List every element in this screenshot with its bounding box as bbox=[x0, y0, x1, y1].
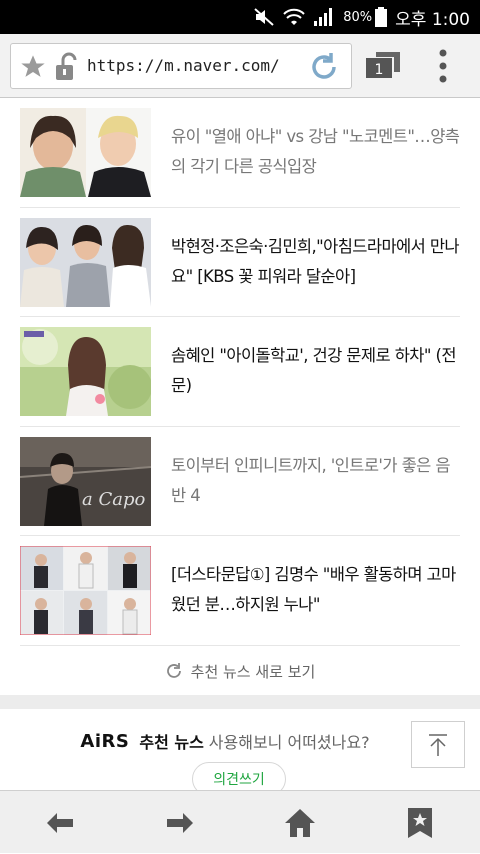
wifi-icon bbox=[283, 7, 305, 27]
write-opinion-button[interactable]: 의견쓰기 bbox=[192, 762, 286, 790]
overflow-menu-icon[interactable] bbox=[438, 48, 448, 88]
battery-icon bbox=[375, 7, 388, 27]
arrow-up-icon bbox=[429, 733, 447, 756]
refresh-news-button[interactable]: 추천 뉴스 새로 보기 bbox=[20, 647, 460, 695]
signal-icon bbox=[313, 7, 335, 27]
mute-icon bbox=[253, 7, 275, 27]
bookmarks-button[interactable] bbox=[360, 791, 480, 854]
news-item[interactable]: a Capo 토이부터 인피니트까지, '인트로'가 좋은 음반 4 bbox=[20, 427, 460, 536]
news-headline[interactable]: 솜혜인 "아이돌학교', 건강 문제로 하차" (전문) bbox=[171, 317, 460, 426]
url-text[interactable]: https://m.naver.com/ bbox=[87, 56, 280, 75]
home-button[interactable] bbox=[240, 791, 360, 854]
news-thumbnail[interactable] bbox=[20, 327, 151, 416]
lock-icon[interactable] bbox=[55, 52, 81, 86]
airs-question: 사용해보니 어떠셨나요? bbox=[208, 733, 370, 752]
back-button[interactable] bbox=[0, 791, 120, 854]
bottom-navigation bbox=[0, 790, 480, 853]
tabs-icon[interactable]: 1 bbox=[366, 52, 400, 84]
browser-toolbar: https://m.naver.com/ 1 bbox=[0, 34, 480, 98]
section-divider bbox=[0, 695, 480, 709]
forward-arrow-icon bbox=[167, 812, 193, 833]
news-item[interactable]: [더스타문답①] 김명수 "배우 활동하며 고마웠던 분…하지원 누나" bbox=[20, 536, 460, 646]
battery-percent: 80% bbox=[343, 9, 373, 25]
news-thumbnail[interactable] bbox=[20, 108, 151, 197]
bookmarks-icon bbox=[408, 807, 432, 838]
airs-feedback-prompt: AiRS 추천 뉴스 사용해보니 어떠셨나요? bbox=[0, 723, 480, 759]
news-item[interactable]: 박현정·조은숙·김민희,"아침드라마에서 만나요" [KBS 꽃 피워라 달순아… bbox=[20, 208, 460, 317]
svg-text:a Capo: a Capo bbox=[82, 489, 145, 510]
news-thumbnail[interactable] bbox=[20, 546, 151, 635]
reload-icon[interactable] bbox=[307, 50, 341, 88]
news-list: 유이 "열애 아냐" vs 강남 "노코멘트"…양측의 각기 다른 공식입장 박… bbox=[20, 98, 460, 646]
news-headline[interactable]: 유이 "열애 아냐" vs 강남 "노코멘트"…양측의 각기 다른 공식입장 bbox=[171, 98, 460, 207]
news-headline[interactable]: 토이부터 인피니트까지, '인트로'가 좋은 음반 4 bbox=[171, 427, 460, 536]
address-bar[interactable]: https://m.naver.com/ bbox=[10, 43, 352, 89]
star-icon[interactable] bbox=[19, 53, 47, 85]
status-bar: 80% 오후 1:00 bbox=[0, 0, 480, 34]
home-icon bbox=[285, 808, 315, 837]
news-headline[interactable]: [더스타문답①] 김명수 "배우 활동하며 고마웠던 분…하지원 누나" bbox=[171, 536, 460, 645]
news-thumbnail[interactable]: a Capo bbox=[20, 436, 151, 526]
airs-subtitle: 추천 뉴스 bbox=[139, 733, 204, 752]
refresh-news-label: 추천 뉴스 새로 보기 bbox=[190, 662, 316, 681]
news-headline[interactable]: 박현정·조은숙·김민희,"아침드라마에서 만나요" [KBS 꽃 피워라 달순아… bbox=[171, 208, 460, 317]
news-item[interactable]: 유이 "열애 아냐" vs 강남 "노코멘트"…양측의 각기 다른 공식입장 bbox=[20, 98, 460, 208]
airs-logo: AiRS bbox=[80, 730, 130, 752]
page-content: 유이 "열애 아냐" vs 강남 "노코멘트"…양측의 각기 다른 공식입장 박… bbox=[0, 98, 480, 790]
news-thumbnail[interactable] bbox=[20, 217, 151, 307]
back-arrow-icon bbox=[47, 812, 73, 833]
clock: 오후 1:00 bbox=[395, 9, 470, 30]
refresh-icon bbox=[166, 663, 181, 678]
tab-count: 1 bbox=[375, 62, 384, 78]
forward-button[interactable] bbox=[120, 791, 240, 854]
news-item[interactable]: 솜혜인 "아이돌학교', 건강 문제로 하차" (전문) bbox=[20, 317, 460, 427]
scroll-to-top-button[interactable] bbox=[411, 721, 465, 768]
